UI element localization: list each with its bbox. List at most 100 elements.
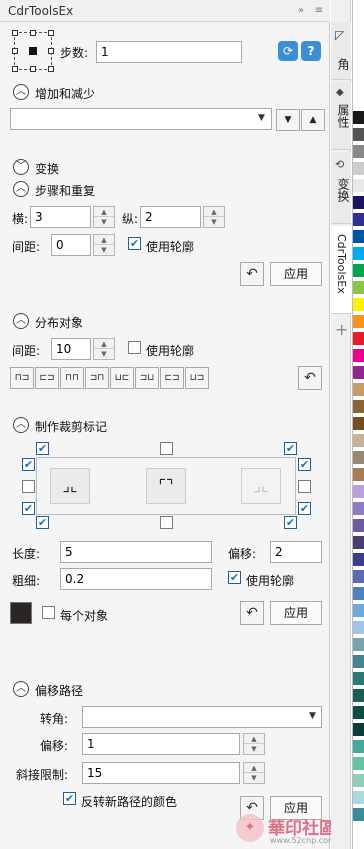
crop-bottom-center-checkbox[interactable]	[160, 516, 173, 529]
crop-right-top-checkbox[interactable]: ✔	[298, 458, 311, 471]
distribute-use-outline-checkbox[interactable]	[128, 341, 141, 354]
distribute-spacing-input[interactable]: 10	[51, 338, 91, 360]
path-offset-stepper[interactable]: ▲ ▼	[243, 733, 265, 755]
tab-cdrtoolsex[interactable]: CdrToolsEx	[331, 226, 351, 314]
palette-swatch[interactable]	[353, 655, 364, 669]
path-offset-input[interactable]: 1	[82, 733, 240, 755]
tab-corner[interactable]: 角 ◸	[331, 22, 351, 80]
crop-marks-outside-icon[interactable]: ⌟⌞	[50, 468, 90, 504]
palette-swatch[interactable]	[353, 281, 364, 295]
crop-left-bottom-checkbox[interactable]: ✔	[22, 502, 35, 515]
palette-swatch[interactable]	[353, 230, 364, 244]
crop-undo-button[interactable]: ↶	[240, 601, 264, 625]
selection-anchor-icon[interactable]	[12, 30, 54, 72]
palette-swatch[interactable]	[353, 502, 364, 516]
palette-swatch[interactable]	[353, 298, 364, 312]
collapse-chevron-up-icon[interactable]: ︿	[13, 84, 29, 100]
palette-swatch[interactable]	[353, 774, 364, 788]
apply-button[interactable]: 应用	[270, 262, 322, 286]
offset-input[interactable]: 2	[270, 541, 322, 563]
step-input[interactable]: 1	[96, 41, 242, 63]
crop-left-middle-checkbox[interactable]	[22, 480, 35, 493]
distribute-undo-button[interactable]: ↶	[298, 366, 322, 390]
collapse-chevron-up-icon[interactable]: ︿	[13, 313, 29, 329]
palette-swatch[interactable]	[353, 791, 364, 805]
miter-input[interactable]: 15	[82, 762, 240, 784]
crop-top-right-checkbox[interactable]: ✔	[284, 442, 297, 455]
crop-use-outline-checkbox[interactable]: ✔	[228, 571, 241, 584]
palette-swatch[interactable]	[353, 264, 364, 278]
palette-swatch[interactable]	[353, 366, 364, 380]
palette-swatch[interactable]	[353, 128, 364, 142]
crop-top-left-checkbox[interactable]: ✔	[36, 442, 49, 455]
refresh-icon[interactable]: ⟳	[278, 41, 298, 61]
thickness-input[interactable]: 0.2	[60, 568, 212, 590]
palette-swatch[interactable]	[353, 468, 364, 482]
increase-button[interactable]: ▲	[301, 109, 325, 131]
palette-swatch[interactable]	[353, 77, 364, 91]
double-chevron-right-icon[interactable]: »	[294, 4, 308, 18]
palette-swatch[interactable]	[353, 111, 364, 125]
palette-swatch[interactable]	[353, 315, 364, 329]
crop-bottom-left-checkbox[interactable]: ✔	[36, 516, 49, 529]
palette-swatch[interactable]	[353, 672, 364, 686]
miter-stepper[interactable]: ▲ ▼	[243, 762, 265, 784]
palette-swatch[interactable]	[353, 247, 364, 261]
palette-swatch[interactable]	[353, 757, 364, 771]
color-swatch[interactable]	[10, 602, 32, 624]
palette-swatch[interactable]	[353, 349, 364, 363]
distribute-spacing-v-icon[interactable]: ⊔⊐	[185, 367, 209, 389]
palette-swatch[interactable]	[353, 94, 364, 108]
palette-swatch[interactable]	[353, 638, 364, 652]
crop-top-center-checkbox[interactable]	[160, 442, 173, 455]
spacing-input[interactable]: 0	[51, 234, 91, 256]
reverse-color-checkbox[interactable]: ✔	[63, 792, 76, 805]
crop-marks-corners-icon[interactable]: ⌜⌝	[146, 468, 186, 504]
palette-swatch[interactable]	[353, 519, 364, 533]
crop-right-middle-checkbox[interactable]	[298, 480, 311, 493]
palette-swatch[interactable]	[353, 196, 364, 210]
palette-swatch[interactable]	[353, 570, 364, 584]
distribute-left-icon[interactable]: ⊓⊐	[10, 367, 34, 389]
length-input[interactable]: 5	[60, 541, 212, 563]
palette-swatch[interactable]	[353, 706, 364, 720]
palette-swatch[interactable]	[353, 587, 364, 601]
palette-swatch[interactable]	[353, 213, 364, 227]
distribute-right-icon[interactable]: ⊓⊓	[60, 367, 84, 389]
palette-swatch[interactable]	[353, 383, 364, 397]
palette-swatch[interactable]	[353, 604, 364, 618]
palette-swatch[interactable]	[353, 60, 364, 74]
tab-transform[interactable]: ⟲ 变换	[331, 152, 351, 224]
palette-swatch[interactable]	[353, 485, 364, 499]
collapse-chevron-up-icon[interactable]: ︿	[13, 681, 29, 697]
palette-swatch[interactable]	[353, 400, 364, 414]
palette-swatch[interactable]	[353, 689, 364, 703]
horizontal-stepper[interactable]: ▲ ▼	[93, 206, 115, 228]
distribute-spacing-h-icon[interactable]: ⊐⊓	[85, 367, 109, 389]
crop-apply-button[interactable]: 应用	[270, 601, 322, 625]
horizontal-input[interactable]: 3	[30, 206, 91, 228]
crop-bottom-right-checkbox[interactable]: ✔	[284, 516, 297, 529]
palette-swatch[interactable]	[353, 808, 364, 822]
distribute-spacing-stepper[interactable]: ▲ ▼	[93, 338, 115, 360]
crop-left-top-checkbox[interactable]: ✔	[22, 458, 35, 471]
distribute-bottom-icon[interactable]: ⊏⊐	[160, 367, 184, 389]
collapse-chevron-up-icon[interactable]: ︿	[13, 417, 29, 433]
vertical-stepper[interactable]: ▲ ▼	[203, 206, 225, 228]
palette-swatch[interactable]	[353, 553, 364, 567]
palette-swatch[interactable]	[353, 451, 364, 465]
distribute-top-icon[interactable]: ⊔⊏	[110, 367, 134, 389]
corner-dropdown[interactable]	[82, 706, 322, 728]
menu-icon[interactable]: ≡	[312, 4, 326, 18]
vertical-input[interactable]: 2	[140, 206, 201, 228]
spacing-stepper[interactable]: ▲ ▼	[93, 234, 115, 256]
use-outline-checkbox[interactable]: ✔	[128, 237, 141, 250]
palette-swatch[interactable]	[353, 723, 364, 737]
palette-swatch[interactable]	[353, 434, 364, 448]
expand-chevron-down-icon[interactable]: ﹀	[13, 159, 29, 175]
distribute-center-v-icon[interactable]: ⊐⊔	[135, 367, 159, 389]
undo-button[interactable]: ↶	[240, 262, 264, 286]
palette-swatch[interactable]	[353, 621, 364, 635]
palette-swatch[interactable]	[353, 162, 364, 176]
palette-swatch[interactable]	[353, 145, 364, 159]
